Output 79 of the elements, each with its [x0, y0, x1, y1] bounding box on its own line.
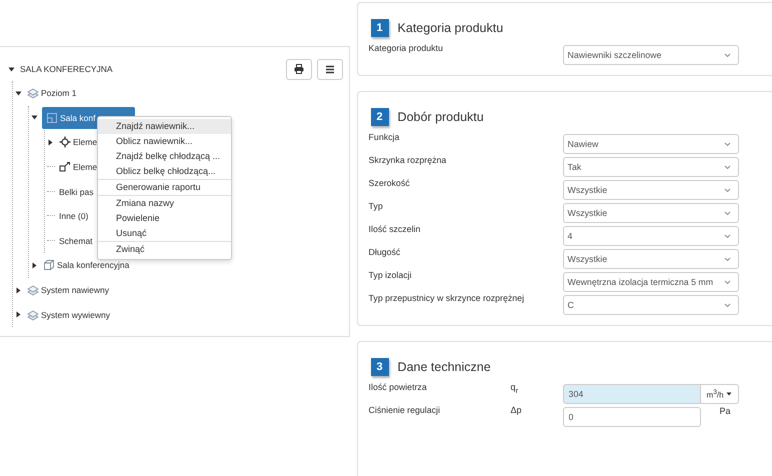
input-field[interactable]: 304	[562, 384, 701, 404]
field-label: Typ przepustnicy w skrzynce rozprężnej	[368, 292, 526, 303]
tree-item[interactable]: Sala konferencyjna	[42, 257, 130, 274]
menu-item[interactable]: Powielenie	[98, 211, 231, 226]
tree-item[interactable]: SALA KONFERECYJNA	[19, 62, 114, 76]
expand-arrow-icon[interactable]	[47, 138, 54, 146]
expand-arrow-icon[interactable]	[31, 262, 38, 269]
dropdown[interactable]: Nawiew	[562, 134, 739, 154]
step-number: 1	[370, 19, 389, 37]
field-label: Typ izolacji	[368, 269, 413, 280]
dropdown[interactable]: Wewnętrzna izolacja termiczna 5 mm	[562, 272, 739, 292]
tree-item[interactable]: Eleme	[58, 134, 98, 150]
expand-arrow-icon[interactable]	[15, 311, 22, 318]
dropdown[interactable]: Wszystkie	[562, 180, 739, 200]
chevron-down-icon	[724, 302, 731, 308]
step-number: 2	[370, 108, 389, 126]
chevron-down-icon	[724, 256, 731, 262]
collapse-arrow-icon[interactable]	[15, 90, 22, 97]
symbol-label: Δp	[510, 404, 523, 415]
field-label: Skrzynka rozprężna	[368, 154, 448, 165]
chevron-down-icon	[724, 142, 731, 146]
tree-item[interactable]: Inne (0)	[58, 209, 90, 224]
menu-item[interactable]: Zwinąć	[98, 242, 231, 257]
dropdown[interactable]: 4	[562, 226, 739, 246]
menu-icon	[324, 64, 335, 74]
field-label: Długość	[368, 246, 402, 257]
menu-item[interactable]: Zmiana nazwy	[98, 196, 231, 211]
field-label: Kategoria produktu	[368, 42, 444, 53]
section-title: Kategoria produktu	[398, 21, 504, 35]
menu-item[interactable]: Oblicz belkę chłodzącą...	[98, 164, 231, 179]
field-label: Typ	[368, 200, 384, 211]
symbol-label: q$_{r}$	[510, 381, 520, 395]
unit-label: Pa	[720, 405, 731, 416]
chevron-down-icon	[724, 188, 731, 192]
menu-item[interactable]: Generowanie raportu	[98, 180, 231, 195]
unit-dropdown[interactable]: m$^{3}$/h	[700, 384, 739, 404]
connector-icon	[59, 161, 71, 174]
tree-item[interactable]: Poziom 1	[26, 85, 78, 102]
dropdown[interactable]: Wszystkie	[562, 249, 739, 269]
collapse-arrow-icon[interactable]	[31, 114, 38, 122]
field-label: Ilość powietrza	[368, 381, 428, 392]
tree-item[interactable]: System nawiewny	[26, 282, 110, 298]
input-field[interactable]: 0	[562, 407, 701, 427]
expand-arrow-icon[interactable]	[15, 286, 22, 294]
field-label: Szerokość	[368, 177, 411, 188]
menu-item[interactable]: Usunąć	[98, 226, 231, 241]
dropdown[interactable]: Nawiewniki szczelinowe	[562, 45, 739, 65]
step-number: 3	[370, 358, 389, 376]
layers-icon	[27, 308, 39, 321]
chevron-down-icon	[724, 234, 731, 238]
menu-item[interactable]: Znajdź nawiewnik...	[98, 119, 231, 134]
menu-button[interactable]	[316, 58, 343, 80]
caret-icon	[726, 392, 732, 396]
section-title: Dane techniczne	[398, 360, 491, 374]
field-label: Funkcja	[368, 131, 400, 142]
chevron-down-icon	[724, 164, 731, 170]
crosshair-icon	[59, 136, 71, 148]
section-title: Dobór produktu	[398, 110, 484, 124]
tree-item[interactable]: Eleme	[58, 159, 98, 176]
chevron-down-icon	[724, 280, 731, 284]
field-label: Ilość szczelin	[368, 223, 422, 234]
cube-icon	[43, 259, 55, 272]
dropdown[interactable]: Tak	[562, 157, 739, 177]
tree-item[interactable]: Schemat	[58, 234, 94, 248]
tree-item[interactable]: Belki pas	[58, 184, 94, 199]
dropdown[interactable]: C	[562, 295, 739, 315]
print-button[interactable]	[286, 58, 312, 80]
tree-item[interactable]: System wywiewny	[26, 306, 111, 323]
collapse-arrow-icon[interactable]	[8, 66, 15, 72]
floor-plan-icon	[46, 112, 58, 124]
layers-icon	[27, 87, 39, 100]
chevron-down-icon	[724, 52, 731, 58]
layers-icon	[27, 284, 39, 296]
dropdown[interactable]: Wszystkie	[562, 203, 739, 223]
menu-item[interactable]: Znajdź belkę chłodzącą ...	[98, 149, 231, 164]
chevron-down-icon	[724, 210, 731, 216]
menu-item[interactable]: Oblicz nawiewnik...	[98, 134, 231, 149]
field-label: Ciśnienie regulacji	[368, 404, 441, 415]
printer-icon	[294, 64, 304, 74]
